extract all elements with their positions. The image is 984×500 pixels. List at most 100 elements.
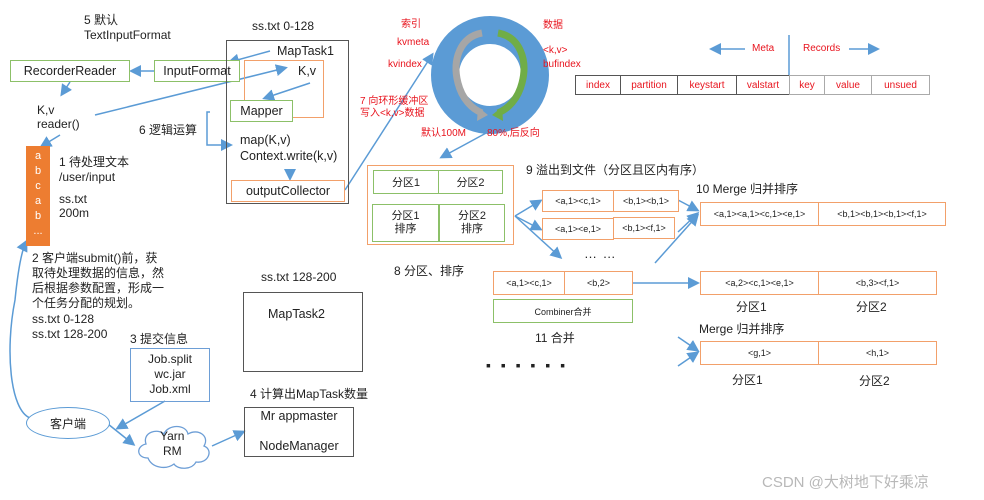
final-merge-p1: <g,1> xyxy=(700,341,819,365)
step2-split2: ss.txt 128-200 xyxy=(32,327,108,341)
input-char: a xyxy=(34,150,42,162)
partition1-label-b: 分区1 xyxy=(732,373,763,387)
step11-label: 11 合并 xyxy=(535,331,575,345)
step5-label: 5 默认 xyxy=(84,13,119,27)
ring-bufindex-label: bufindex xyxy=(543,59,581,70)
step4-label: 4 计算出MapTask数量 xyxy=(250,387,369,401)
step9-label: 9 溢出到文件（分区且区内有序） xyxy=(526,163,705,177)
buffer-cell-partition: partition xyxy=(620,75,678,95)
buffer-cell-key: key xyxy=(789,75,825,95)
merged-p1: <a,1><a,1><c,1><e,1> xyxy=(700,202,819,226)
mapper-box: Mapper xyxy=(230,100,293,122)
job-info-box: Job.split wc.jar Job.xml xyxy=(130,348,210,402)
final-merge-p2: <h,1> xyxy=(818,341,937,365)
ring-kvindex-label: kvindex xyxy=(388,59,422,70)
step6-label: 6 逻辑运算 xyxy=(139,123,198,137)
spill1-p1: <a,1><c,1> xyxy=(542,190,614,212)
step8-label: 8 分区、排序 xyxy=(394,264,465,278)
step1-title: 1 待处理文本 xyxy=(59,155,130,169)
map-call-label: map(K,v) xyxy=(240,133,291,147)
ring-reverse-label: 80%,后反向 xyxy=(487,128,540,139)
combine-input-p1: <a,1><c,1> xyxy=(493,271,565,295)
arrow-final-merge-b xyxy=(677,351,700,367)
yarn-label: Yarn xyxy=(160,429,185,443)
partition2-sort-cell: 分区2 排序 xyxy=(439,204,505,242)
output-collector-box: outputCollector xyxy=(231,180,345,202)
combined-output-p2: <b,3><f,1> xyxy=(818,271,937,295)
step10-label: 10 Merge 归并排序 xyxy=(696,182,799,196)
arrow-spill2-to-merge xyxy=(677,211,700,233)
maptask2-box xyxy=(243,292,363,372)
partition2-label-b: 分区2 xyxy=(859,374,890,388)
arrow-client-to-input xyxy=(9,239,31,419)
step1-size: 200m xyxy=(59,206,90,220)
arrow-yarn-to-appmaster xyxy=(211,430,246,447)
job-xml-label: Job.xml xyxy=(149,382,191,396)
recorder-reader-box: RecorderReader xyxy=(10,60,130,82)
records-label: Records xyxy=(803,43,841,54)
step2-split1: ss.txt 0-128 xyxy=(32,312,95,326)
input-char: b xyxy=(34,165,42,177)
arrow-spill1-to-merge-a xyxy=(677,199,700,212)
input-char: a xyxy=(34,195,42,207)
arrow-final-merge-a xyxy=(677,336,700,352)
mr-appmaster-label: Mr appmaster xyxy=(260,409,338,423)
meta-label: Meta xyxy=(752,43,775,54)
node-manager-label: NodeManager xyxy=(259,439,339,453)
merge2-label: Merge 归并排序 xyxy=(699,322,785,336)
step2-line1: 2 客户端submit()前，获 xyxy=(32,251,158,265)
input-text-block: a b c a b ... xyxy=(26,146,50,246)
partition1-sort-line1: 分区1 xyxy=(391,210,420,222)
kv-label: K,v xyxy=(37,103,55,117)
partition1-sort-cell: 分区1 排序 xyxy=(372,204,439,242)
step2-line4: 个任务分配的规划。 xyxy=(32,296,141,310)
buffer-cell-value: value xyxy=(824,75,872,95)
partition1-label-a: 分区1 xyxy=(736,300,767,314)
context-write-label: Context.write(k,v) xyxy=(240,149,338,163)
rm-label: RM xyxy=(163,444,182,458)
maptask1-title: MapTask1 xyxy=(277,44,334,58)
ring-data-title: 数据 xyxy=(543,20,563,31)
spill1-p2: <b,1><b,1> xyxy=(613,190,679,212)
ring-default-size: 默认100M xyxy=(421,128,467,139)
more-maptasks-dots: ▪ ▪ ▪ ▪ ▪ ▪ xyxy=(486,357,569,373)
partition2-sort-line1: 分区2 xyxy=(457,210,487,222)
step1-file: ss.txt xyxy=(59,192,88,206)
input-char: c xyxy=(35,180,41,192)
step7-line1: 7 向环形缓冲区 xyxy=(360,96,429,107)
step1-path: /user/input xyxy=(59,170,116,184)
ring-kvmeta-label: kvmeta xyxy=(397,37,430,48)
buffer-cell-valstart: valstart xyxy=(736,75,790,95)
arrow-reader-to-kv xyxy=(60,81,72,97)
merged-p2: <b,1><b,1><b,1><f,1> xyxy=(818,202,946,226)
ring-index-title: 索引 xyxy=(401,19,421,30)
step2-line3: 后根据参数配置，形成一 xyxy=(32,281,165,295)
reader-label: reader() xyxy=(37,117,80,131)
spill2-p2: <b,1><f,1> xyxy=(613,217,675,239)
maptask1-split-label: ss.txt 0-128 xyxy=(252,19,315,33)
buffer-cell-unsued: unsued xyxy=(871,75,930,95)
input-char: ... xyxy=(33,225,43,237)
arrow-sort-to-spill1 xyxy=(514,199,543,217)
maptask2-title: MapTask2 xyxy=(268,307,325,321)
appmaster-box: Mr appmaster NodeManager xyxy=(244,407,354,457)
buffer-cell-index: index xyxy=(575,75,621,95)
combined-output-p1: <a,2><c,1><e,1> xyxy=(700,271,819,295)
ring-buffer-icon xyxy=(431,16,549,134)
ring-kv-label: <k,v> xyxy=(543,45,568,56)
spill2-p1: <a,1><e,1> xyxy=(542,218,614,240)
arrow-kvreader-to-input xyxy=(39,134,61,148)
combiner-box: Combiner合并 xyxy=(493,299,633,323)
step2-line2: 取待处理数据的信息，然 xyxy=(32,266,165,280)
partition2-label-a: 分区2 xyxy=(856,300,887,314)
partition2-cell: 分区2 xyxy=(438,170,503,194)
combine-input-p2: <b,2> xyxy=(564,271,633,295)
input-char: b xyxy=(34,210,42,222)
step7-line2: 写入<k,v>数据 xyxy=(360,108,425,119)
wc-jar-label: wc.jar xyxy=(154,367,186,381)
buffer-cell-keystart: keystart xyxy=(677,75,737,95)
partition1-sort-line2: 排序 xyxy=(394,223,417,235)
maptask2-split-label: ss.txt 128-200 xyxy=(261,270,337,284)
spill-more-dots: … … xyxy=(584,246,617,261)
partition1-cell: 分区1 xyxy=(373,170,439,194)
